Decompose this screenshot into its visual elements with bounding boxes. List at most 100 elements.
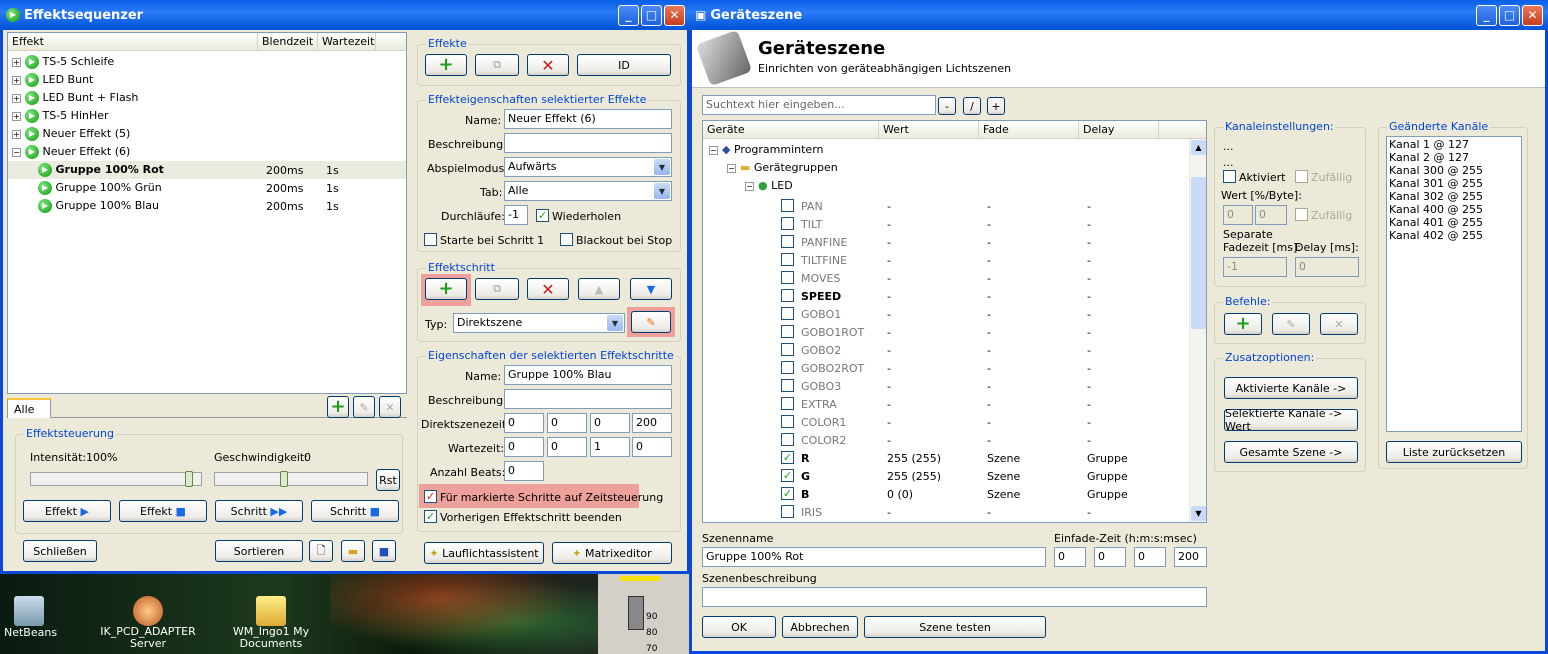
add-button[interactable]: + bbox=[327, 396, 349, 418]
tree-node[interactable]: − ▬ Gerätegruppen bbox=[727, 161, 1206, 179]
channel-row[interactable]: TILT - - - bbox=[703, 215, 1206, 233]
channel-checkbox[interactable] bbox=[781, 361, 794, 374]
channel-row[interactable]: PANFINE - - - bbox=[703, 233, 1206, 251]
channel-row[interactable]: COLOR2 - - - bbox=[703, 431, 1206, 449]
beats-field[interactable]: 0 bbox=[504, 461, 544, 481]
ok-button[interactable]: OK bbox=[702, 616, 776, 638]
minimize-button[interactable]: _ bbox=[1476, 4, 1497, 26]
slash-button[interactable]: / bbox=[963, 97, 981, 115]
id-button[interactable]: ID bbox=[577, 54, 671, 76]
value-percent-field[interactable]: 0 bbox=[1223, 205, 1253, 225]
list-item[interactable]: Kanal 300 @ 255 bbox=[1389, 164, 1519, 177]
schritt-stop-button[interactable]: Schritt ■ bbox=[311, 500, 399, 522]
matrix-button[interactable]: ✦ Matrixeditor bbox=[552, 542, 672, 564]
list-item[interactable]: Kanal 401 @ 255 bbox=[1389, 216, 1519, 229]
expand-button[interactable]: + bbox=[987, 97, 1005, 115]
delete-button[interactable]: ✕ bbox=[379, 396, 401, 418]
channel-row[interactable]: ✓ B 0 (0) Szene Gruppe bbox=[703, 485, 1206, 503]
step-name-field[interactable]: Gruppe 100% Blau bbox=[504, 365, 672, 385]
save-button[interactable]: ■ bbox=[372, 540, 396, 562]
channel-checkbox[interactable] bbox=[781, 379, 794, 392]
col-effekt[interactable]: Effekt bbox=[8, 33, 258, 50]
tree-row[interactable]: ▶ Gruppe 100% Blau 200ms 1s bbox=[8, 197, 406, 215]
edit-step-button[interactable]: ✎ bbox=[631, 311, 671, 333]
direct-m-field[interactable]: 0 bbox=[547, 413, 587, 433]
channel-checkbox[interactable] bbox=[781, 271, 794, 284]
new-file-button[interactable]: 🗋 bbox=[309, 540, 333, 562]
close-icon[interactable]: ✕ bbox=[1522, 4, 1543, 26]
vertical-scrollbar[interactable]: ▲ ▼ bbox=[1189, 139, 1206, 522]
channel-checkbox[interactable]: ✓ bbox=[781, 487, 794, 500]
channel-row[interactable]: ✓ G 255 (255) Szene Gruppe bbox=[703, 467, 1206, 485]
channel-row[interactable]: GOBO1ROT - - - bbox=[703, 323, 1206, 341]
channel-checkbox[interactable] bbox=[781, 343, 794, 356]
effect-name-field[interactable]: Neuer Effekt (6) bbox=[504, 109, 672, 129]
tree-row[interactable]: + ▶ LED Bunt bbox=[8, 71, 406, 89]
channel-checkbox[interactable]: ✓ bbox=[781, 469, 794, 482]
channel-row[interactable]: PAN - - - bbox=[703, 197, 1206, 215]
tree-node[interactable]: − ● LED bbox=[745, 179, 1206, 197]
channel-checkbox[interactable] bbox=[781, 505, 794, 518]
fade-in-ms-field[interactable]: 200 bbox=[1174, 547, 1207, 567]
delete-command-button[interactable]: ✕ bbox=[1320, 313, 1358, 335]
channel-checkbox[interactable] bbox=[781, 253, 794, 266]
fade-time-field[interactable]: -1 bbox=[1223, 257, 1287, 277]
minimize-button[interactable]: _ bbox=[618, 4, 639, 26]
channel-row[interactable]: GOBO2 - - - bbox=[703, 341, 1206, 359]
prev-step-checkbox[interactable]: ✓ bbox=[424, 510, 437, 523]
channel-checkbox[interactable] bbox=[781, 235, 794, 248]
search-input[interactable]: Suchtext hier eingeben... bbox=[702, 95, 936, 115]
slider-thumb[interactable] bbox=[279, 471, 288, 487]
copy-step-button[interactable]: ⧉ bbox=[475, 278, 519, 300]
edit-command-button[interactable]: ✎ bbox=[1272, 313, 1310, 335]
move-up-button[interactable]: ▲ bbox=[578, 278, 620, 300]
channel-checkbox[interactable] bbox=[781, 433, 794, 446]
delete-effect-button[interactable]: ✕ bbox=[527, 54, 569, 76]
tree-row[interactable]: + ▶ TS-5 Schleife bbox=[8, 53, 406, 71]
channel-checkbox[interactable] bbox=[781, 415, 794, 428]
tree-row[interactable]: ▶ Gruppe 100% Rot 200ms 1s bbox=[8, 161, 406, 179]
collapse-button[interactable]: - bbox=[938, 97, 956, 115]
channel-checkbox[interactable] bbox=[781, 217, 794, 230]
server-icon[interactable]: IK_PCD_ADAPTER Server bbox=[100, 596, 196, 650]
scroll-down-button[interactable]: ▼ bbox=[1191, 506, 1206, 521]
tab-alle[interactable]: Alle bbox=[7, 398, 51, 418]
col-wartezeit[interactable]: Wartezeit bbox=[318, 33, 376, 50]
list-item[interactable]: Kanal 301 @ 255 bbox=[1389, 177, 1519, 190]
intensity-slider[interactable] bbox=[30, 471, 202, 487]
channel-row[interactable]: EXTRA - - - bbox=[703, 395, 1206, 413]
channel-row[interactable]: IRIS - - - bbox=[703, 503, 1206, 521]
scene-name-field[interactable]: Gruppe 100% Rot bbox=[702, 547, 1046, 567]
wait-ms-field[interactable]: 0 bbox=[632, 437, 672, 457]
tree-row[interactable]: + ▶ TS-5 HinHer bbox=[8, 107, 406, 125]
aktiviert-checkbox[interactable] bbox=[1223, 170, 1236, 183]
scene-description-field[interactable] bbox=[702, 587, 1207, 607]
channel-checkbox[interactable] bbox=[781, 325, 794, 338]
tree-row[interactable]: − ▶ Neuer Effekt (6) bbox=[8, 143, 406, 161]
channel-row[interactable]: MOVES - - - bbox=[703, 269, 1206, 287]
blackout-checkbox[interactable] bbox=[560, 233, 573, 246]
playmode-select[interactable]: Aufwärts ▼ bbox=[504, 157, 672, 177]
list-item[interactable]: Kanal 402 @ 255 bbox=[1389, 229, 1519, 242]
col-geraete[interactable]: Geräte bbox=[703, 121, 879, 138]
list-item[interactable]: Kanal 2 @ 127 bbox=[1389, 151, 1519, 164]
channel-checkbox[interactable] bbox=[781, 199, 794, 212]
direct-ms-field[interactable]: 200 bbox=[632, 413, 672, 433]
channel-row[interactable]: GOBO2ROT - - - bbox=[703, 359, 1206, 377]
netbeans-icon[interactable]: NetBeans bbox=[4, 596, 57, 639]
fade-in-m-field[interactable]: 0 bbox=[1094, 547, 1126, 567]
cancel-button[interactable]: Abbrechen bbox=[782, 616, 858, 638]
col-wert[interactable]: Wert bbox=[879, 121, 979, 138]
channel-row[interactable]: TILTFINE - - - bbox=[703, 251, 1206, 269]
reset-list-button[interactable]: Liste zurücksetzen bbox=[1386, 441, 1522, 463]
tree-row[interactable]: + ▶ Neuer Effekt (5) bbox=[8, 125, 406, 143]
list-item[interactable]: Kanal 400 @ 255 bbox=[1389, 203, 1519, 216]
add-command-button[interactable]: + bbox=[1224, 313, 1262, 335]
col-blendzeit[interactable]: Blendzeit bbox=[258, 33, 318, 50]
repeat-checkbox[interactable]: ✓ bbox=[536, 209, 549, 222]
close-icon[interactable]: ✕ bbox=[664, 4, 685, 26]
channel-checkbox[interactable] bbox=[781, 307, 794, 320]
lauflicht-button[interactable]: ✦ Lauflichtassistent bbox=[424, 542, 544, 564]
value-byte-field[interactable]: 0 bbox=[1255, 205, 1287, 225]
schritt-next-button[interactable]: Schritt ▶▶ bbox=[215, 500, 303, 522]
